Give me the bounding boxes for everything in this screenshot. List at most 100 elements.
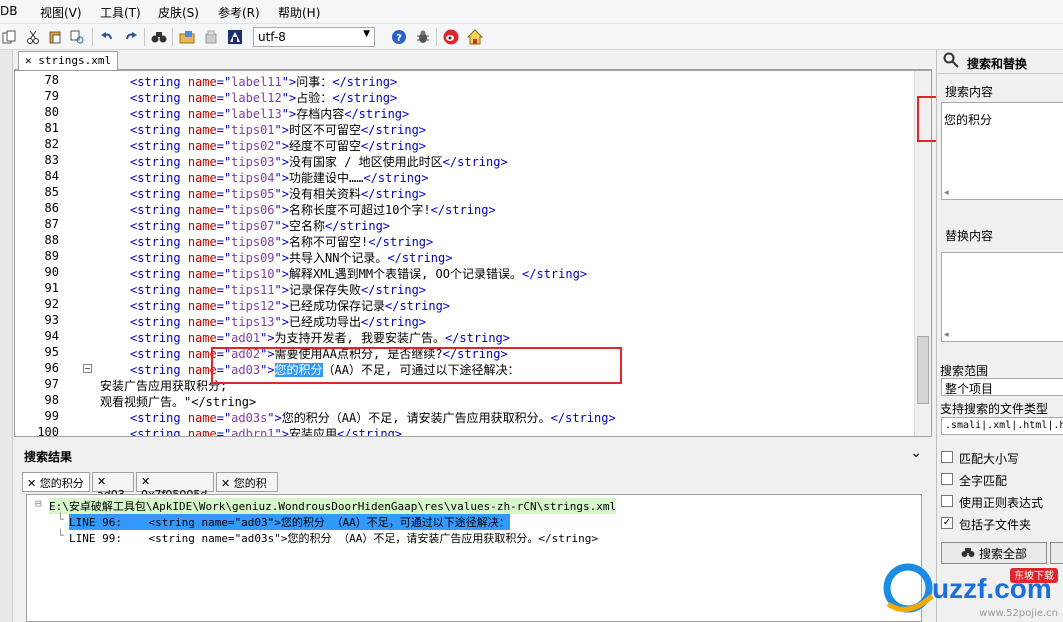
find-icon[interactable] (150, 28, 167, 45)
xml-attr-value: tips01 (231, 123, 275, 137)
menu-tools[interactable]: 工具(T) (100, 4, 141, 21)
string-text: 需要使用AA点积分, 是否继续? (274, 347, 443, 361)
line-number: 90 (44, 265, 59, 279)
line-number: 97 (44, 377, 59, 391)
xml-punct: =" (216, 91, 232, 105)
xml-punct: =" (216, 251, 232, 265)
xml-punct: "> (281, 75, 297, 89)
close-icon[interactable]: ✕ (25, 54, 32, 67)
line-number: 91 (44, 281, 59, 295)
xml-punct: "> (274, 123, 289, 137)
encoding-value: utf-8 (258, 30, 286, 44)
xml-tag-close: </string> (430, 203, 496, 217)
scroll-left-icon[interactable]: ◂ (944, 330, 949, 340)
xml-tag-open: <string (130, 315, 181, 329)
scope-select[interactable]: 整个项目 (941, 378, 1063, 396)
menu-view[interactable]: 视图(V) (40, 4, 82, 21)
xml-punct: "> (274, 315, 289, 329)
xml-attr: name (187, 363, 217, 377)
menu-help[interactable]: 帮助(H) (278, 4, 320, 21)
cut-icon[interactable] (24, 28, 41, 45)
code-line: <string name="ad03s">您的积分（AA）不足, 请安装广告应用… (130, 409, 616, 426)
xml-tag-open: <string (130, 203, 181, 217)
redo-icon[interactable] (122, 28, 139, 45)
project-explorer-strip[interactable] (0, 50, 13, 622)
replace-input[interactable]: ◂ (941, 252, 1063, 342)
xml-attr-value: ad01 (231, 331, 261, 345)
xml-attr: name (187, 299, 217, 313)
xml-punct: "> (281, 107, 297, 121)
tree-expander-icon[interactable]: ⊟ (35, 497, 42, 510)
match-case-checkbox[interactable] (941, 451, 953, 463)
search-results-tree[interactable]: ⊟ E:\安卓破解工具包\ApkIDE\Work\geniuz.Wondrous… (26, 494, 922, 622)
line-number: 79 (44, 89, 59, 103)
editor-vertical-scrollbar[interactable] (914, 71, 931, 436)
copy-icon[interactable] (0, 28, 17, 45)
code-line: <string name="tips07">空名称</string> (130, 217, 390, 234)
line-number: 95 (44, 345, 59, 359)
menu-db[interactable]: DB (0, 4, 17, 18)
scroll-left-icon[interactable]: ◂ (944, 188, 949, 198)
string-text: 共导入NN个记录。 (288, 251, 388, 265)
code-line: <string name="tips08">名称不可留空!</string> (130, 233, 433, 250)
fold-collapse-icon[interactable]: − (83, 364, 92, 373)
line-number: 82 (44, 137, 59, 151)
open-project-icon[interactable] (178, 28, 195, 45)
results-tab[interactable]: ✕ 您的积分 (22, 472, 90, 492)
xml-attr: name (187, 411, 217, 425)
tab-label: strings.xml (38, 54, 112, 67)
code-line: <string name="tips04">功能建设中……</string> (130, 169, 428, 186)
build-icon[interactable] (202, 28, 219, 45)
close-icon[interactable]: ✕ (221, 477, 230, 490)
result-file-path[interactable]: E:\安卓破解工具包\ApkIDE\Work\geniuz.WondrousDo… (49, 498, 617, 514)
xml-tag-open: <string (130, 155, 181, 169)
replace-icon[interactable] (68, 28, 85, 45)
undo-icon[interactable] (98, 28, 115, 45)
xml-attr-value: label11 (231, 75, 282, 89)
encoding-select[interactable]: utf-8 ▼ (253, 27, 375, 47)
xml-attr: name (187, 427, 217, 437)
help-icon[interactable]: ? (390, 28, 407, 45)
weibo-icon[interactable] (442, 28, 459, 45)
tab-strings-xml[interactable]: ✕ strings.xml (18, 51, 119, 70)
panel-title: 搜索和替换 (967, 57, 1028, 71)
close-icon[interactable]: ✕ (27, 477, 36, 490)
code-line: <string name="ad01">为支持开发者, 我要安装广告。</str… (130, 329, 510, 346)
collapse-chevron-icon[interactable]: ⌄ (910, 445, 922, 461)
xml-tag-close: </string> (361, 123, 427, 137)
regex-checkbox[interactable] (941, 495, 953, 507)
xml-punct: =" (216, 75, 232, 89)
close-icon[interactable]: ✕ (97, 475, 106, 488)
xml-attr-value: tips10 (231, 267, 275, 281)
paste-icon[interactable] (46, 28, 63, 45)
string-text: 经度不可留空 (288, 139, 361, 153)
close-icon[interactable]: ✕ (141, 475, 150, 488)
xml-attr-value: tips08 (231, 235, 275, 249)
results-tab[interactable]: ✕ 您的积分 (216, 472, 278, 506)
debug-bug-icon[interactable] (414, 28, 431, 45)
xml-tag-close: </string> (550, 411, 616, 425)
result-hit-96[interactable]: LINE 96: <string name="ad03">您的积分 （AA）不足… (69, 514, 510, 530)
menu-reference[interactable]: 参考(R) (218, 4, 260, 21)
code-editor[interactable]: 78 79 80 81 82 83 84 85 86 87 88 89 90 91 92 93 94 95 96 97… (14, 70, 932, 437)
xml-tag-open: <string (130, 427, 181, 437)
sign-icon[interactable] (226, 28, 243, 45)
search-input[interactable]: 您的积分 ◂ (941, 102, 1063, 200)
result-hit-99[interactable]: LINE 99: <string name="ad03s">您的积分 （AA）不… (69, 530, 598, 546)
results-tab[interactable]: ✕ ad03 (92, 472, 134, 501)
menu-skin[interactable]: 皮肤(S) (158, 4, 199, 21)
xml-tag-close: </string> (522, 267, 588, 281)
line-number: 80 (44, 105, 59, 119)
string-text: （AA）不足, 可通过以下途径解决： (322, 363, 520, 377)
code-line: <string name="label12">占验：</string> (130, 89, 397, 106)
results-tab[interactable]: ✕ 0x7f05005d (136, 472, 214, 501)
subfolders-checkbox[interactable]: ✓ (941, 517, 953, 529)
string-text: 没有相关资料 (288, 187, 361, 201)
scrollbar-thumb[interactable] (917, 336, 929, 404)
xml-tag-open: <string (130, 363, 181, 377)
home-icon[interactable] (466, 28, 483, 45)
scope-label: 搜索范围 (940, 364, 989, 378)
file-types-input[interactable]: .smali|.xml|.html|.h (941, 417, 1063, 435)
whole-word-checkbox[interactable] (941, 473, 953, 485)
panel-header: 搜索和替换 (937, 50, 1063, 74)
